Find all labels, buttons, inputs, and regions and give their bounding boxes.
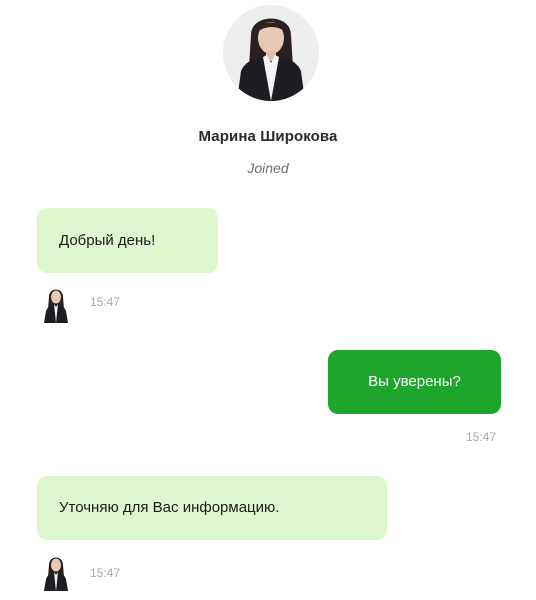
message-bubble-incoming[interactable]: Уточняю для Вас информацию. <box>37 476 387 540</box>
person-photo-small-icon <box>44 289 68 323</box>
message-timestamp: 15:47 <box>90 566 121 580</box>
sender-avatar[interactable] <box>41 285 71 323</box>
message-text: Добрый день! <box>59 231 156 249</box>
message-timestamp: 15:47 <box>466 430 497 444</box>
person-photo-small-icon <box>44 557 68 591</box>
chat-header: Марина Широкова Joined <box>0 0 536 190</box>
message-text: Уточняю для Вас информацию. <box>59 499 280 516</box>
message-timestamp: 15:47 <box>90 295 121 309</box>
contact-status: Joined <box>247 160 289 176</box>
contact-avatar[interactable] <box>223 5 319 101</box>
person-photo-icon <box>223 5 319 101</box>
sender-avatar[interactable] <box>41 553 71 591</box>
message-text: Вы уверены? <box>368 373 461 390</box>
contact-name: Марина Широкова <box>198 128 338 145</box>
chat-screen: Марина Широкова Joined Добрый день! 15:4… <box>0 0 536 600</box>
message-bubble-outgoing[interactable]: Вы уверены? <box>328 350 501 414</box>
message-bubble-incoming[interactable]: Добрый день! <box>37 208 218 273</box>
